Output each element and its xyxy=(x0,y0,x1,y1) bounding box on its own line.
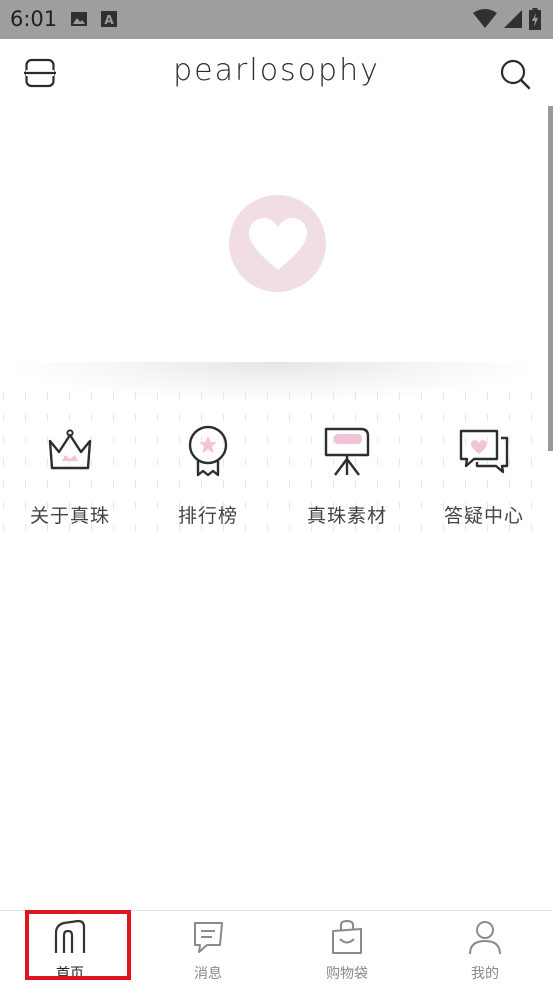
svg-text:A: A xyxy=(104,13,114,27)
search-icon[interactable] xyxy=(499,58,531,90)
image-icon xyxy=(71,12,87,26)
status-left-icons: A xyxy=(70,10,118,28)
status-bar: 6:01 A xyxy=(0,0,553,39)
tab-label: 我的 xyxy=(471,966,499,982)
app-header: pearlosophy xyxy=(0,39,553,107)
tab-label: 消息 xyxy=(194,966,222,982)
tab-label: 购物袋 xyxy=(326,966,368,982)
quick-nav-label: 答疑中心 xyxy=(443,505,524,527)
quick-nav-about-pearls[interactable]: 关于真珠 xyxy=(10,425,130,528)
status-right-icons xyxy=(473,8,541,30)
status-time: 6:01 xyxy=(10,7,58,31)
tab-shopping-bag[interactable]: 购物袋 xyxy=(297,911,397,984)
home-icon xyxy=(54,919,86,953)
quick-nav-label: 排行榜 xyxy=(177,505,238,527)
brand-logo: pearlosophy xyxy=(173,53,380,88)
medal-icon xyxy=(188,425,228,477)
tab-profile[interactable]: 我的 xyxy=(435,911,535,984)
bottom-tab-bar: 首页 消息 购物袋 我的 xyxy=(0,910,553,984)
presentation-board-icon xyxy=(324,427,370,476)
tab-home[interactable]: 首页 xyxy=(20,911,120,984)
tab-label: 首页 xyxy=(56,966,84,982)
battery-icon xyxy=(529,8,541,30)
crown-icon xyxy=(48,429,92,470)
quick-nav-label: 真珠素材 xyxy=(306,505,387,527)
scrollbar[interactable] xyxy=(548,106,553,451)
quick-nav-pearl-materials[interactable]: 真珠素材 xyxy=(287,425,407,528)
banner[interactable] xyxy=(0,107,548,367)
wifi-icon xyxy=(473,9,497,28)
quick-nav-faq-center[interactable]: 答疑中心 xyxy=(424,425,544,528)
quick-nav-label: 关于真珠 xyxy=(29,505,110,527)
heart-icon xyxy=(248,217,307,270)
shopping-bag-icon xyxy=(332,919,362,954)
chat-heart-icon xyxy=(459,429,509,474)
message-icon xyxy=(194,922,223,953)
text-notification-icon: A xyxy=(101,11,117,27)
tab-messages[interactable]: 消息 xyxy=(158,911,258,984)
banner-placeholder xyxy=(229,195,326,292)
quick-nav-ranking[interactable]: 排行榜 xyxy=(148,425,268,528)
profile-icon xyxy=(469,921,501,955)
signal-icon xyxy=(504,10,522,28)
